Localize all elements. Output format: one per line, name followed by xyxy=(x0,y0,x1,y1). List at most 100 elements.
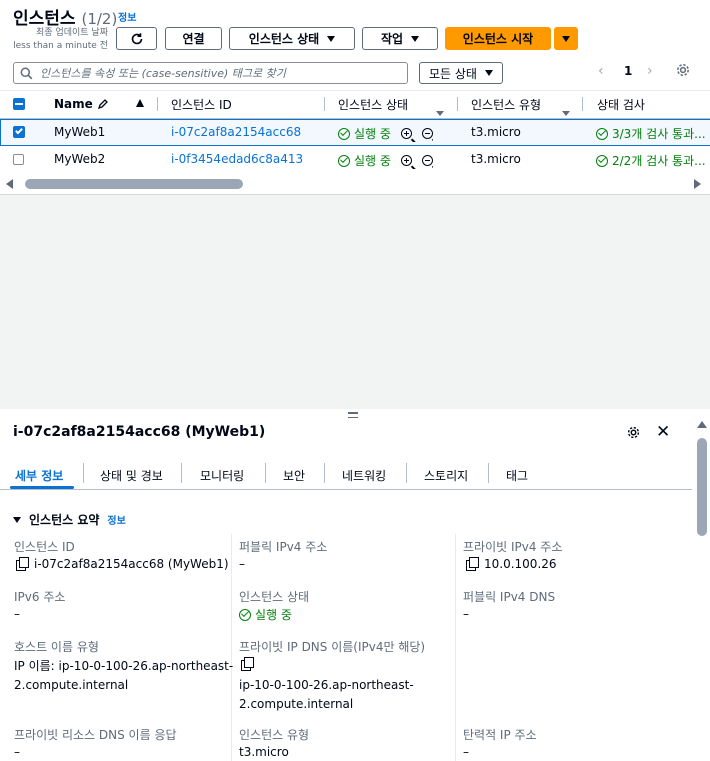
instance-state: 실행 중 xyxy=(338,152,433,169)
state-filter-select[interactable]: 모든 상태 xyxy=(419,62,503,84)
column-divider xyxy=(455,534,456,761)
page-number[interactable]: 1 xyxy=(624,64,632,78)
launch-instances-button[interactable]: 인스턴스 시작 xyxy=(445,27,551,50)
instance-type: t3.micro xyxy=(471,125,521,139)
panel-settings-gear-icon[interactable] xyxy=(626,425,641,444)
column-header-instance-state[interactable]: 인스턴스 상태 xyxy=(338,91,408,117)
row-checkbox[interactable] xyxy=(13,126,25,138)
column-header-name[interactable]: Name xyxy=(54,91,109,117)
column-header-instance-type[interactable]: 인스턴스 유형 xyxy=(471,91,541,117)
column-divider xyxy=(157,97,158,111)
info-link[interactable]: 정보 xyxy=(118,9,136,24)
tab-storage[interactable]: 스토리지 xyxy=(424,462,468,488)
scroll-right-arrow[interactable] xyxy=(694,179,701,189)
sort-ascending-icon[interactable] xyxy=(136,99,144,107)
column-header-instance-id[interactable]: 인스턴스 ID xyxy=(171,91,232,117)
launch-dropdown-button[interactable] xyxy=(554,27,578,50)
elastic-ip-label: 탄력적 IP 주소 xyxy=(463,728,537,742)
private-dns-copy[interactable] xyxy=(241,657,259,671)
caret-down-icon xyxy=(327,35,336,42)
edit-pencil-icon xyxy=(97,99,108,110)
instance-id-link[interactable]: i-0f3454edad6c8a413 xyxy=(171,152,303,166)
hostname-type-line: IP 이름: ip-10-0-100-26.ap-northeast- xyxy=(14,659,234,673)
zoom-in-icon[interactable] xyxy=(400,155,412,166)
tab-security[interactable]: 보안 xyxy=(283,462,305,488)
column-header-label: Name xyxy=(54,97,93,111)
last-updated: 최종 업데이트 날짜 less than a minute 전 xyxy=(0,27,108,53)
zoom-in-icon[interactable] xyxy=(400,128,412,139)
ipv6-value: – xyxy=(14,607,20,621)
success-check-icon xyxy=(239,608,251,621)
horizontal-scrollbar-thumb[interactable] xyxy=(25,179,243,189)
public-ipv4-value: – xyxy=(239,557,245,571)
tab-details[interactable]: 세부 정보 xyxy=(15,462,63,488)
prev-page-icon[interactable]: ‹ xyxy=(598,63,604,79)
column-header-label: 상태 검사 xyxy=(597,97,645,112)
page-title-text: 인스턴스 xyxy=(13,9,76,29)
tab-networking[interactable]: 네트워킹 xyxy=(342,462,386,488)
status-check: 2/2개 검사 통과... xyxy=(596,152,706,169)
column-divider xyxy=(324,97,325,111)
section-header[interactable]: 인스턴스 요약 정보 xyxy=(13,511,126,528)
public-dns-value: – xyxy=(463,607,469,621)
column-header-label: 인스턴스 유형 xyxy=(471,97,542,112)
success-check-icon xyxy=(596,127,608,140)
refresh-button[interactable] xyxy=(116,27,157,50)
tab-label: 모니터링 xyxy=(200,468,245,483)
tab-monitoring[interactable]: 모니터링 xyxy=(200,462,244,488)
tab-label: 상태 및 경보 xyxy=(100,468,163,483)
select-all-checkbox[interactable] xyxy=(13,98,25,110)
tab-status-alarms[interactable]: 상태 및 경보 xyxy=(100,462,163,488)
table-row[interactable]: MyWeb1 i-07c2af8a2154acc68 실행 중 t3.micro… xyxy=(0,119,710,146)
actions-button[interactable]: 작업 xyxy=(362,27,438,50)
scroll-up-arrow[interactable] xyxy=(697,421,707,428)
search-icon xyxy=(20,67,33,79)
last-updated-value: less than a minute 전 xyxy=(13,41,108,51)
state-filter-value: 모든 상태 xyxy=(429,66,477,81)
column-header-label: 인스턴스 상태 xyxy=(338,97,409,112)
instance-state-label: 실행 중 xyxy=(354,127,391,141)
tab-divider xyxy=(324,463,325,483)
hostname-type-label: 호스트 이름 유형 xyxy=(14,640,99,654)
instance-id-label: 인스턴스 ID xyxy=(14,540,75,554)
section-info-link[interactable]: 정보 xyxy=(107,512,125,527)
actions-button-label: 작업 xyxy=(380,32,404,46)
status-check: 3/3개 검사 통과... xyxy=(596,125,706,142)
search-field[interactable]: 인스턴스를 속성 또는 (case-sensitive) 태그로 찾기 xyxy=(13,62,408,84)
scroll-left-arrow[interactable] xyxy=(6,179,13,189)
split-panel-resize-handle[interactable] xyxy=(348,412,358,418)
connect-button[interactable]: 연결 xyxy=(165,27,222,50)
copy-icon[interactable] xyxy=(241,657,254,671)
success-check-icon xyxy=(338,154,350,167)
close-icon[interactable]: ✕ xyxy=(656,422,670,442)
tab-tags[interactable]: 태그 xyxy=(506,462,528,488)
page-title: 인스턴스 (1/2) xyxy=(13,4,117,29)
copy-icon[interactable] xyxy=(16,557,29,571)
elastic-ip-value: – xyxy=(463,745,469,759)
instance-state-value: 실행 중 xyxy=(239,606,292,623)
success-check-icon xyxy=(596,154,608,167)
private-dns-label: 프라이빗 IP DNS 이름(IPv4만 해당) xyxy=(239,640,426,654)
public-ipv4-label: 퍼블릭 IPv4 주소 xyxy=(239,540,328,554)
column-header-status-check[interactable]: 상태 검사 xyxy=(597,91,645,117)
tab-label: 스토리지 xyxy=(424,468,469,483)
instance-id-link[interactable]: i-07c2af8a2154acc68 xyxy=(171,125,301,139)
private-ipv4-label: 프라이빗 IPv4 주소 xyxy=(463,540,563,554)
caret-down-icon xyxy=(484,70,493,76)
row-checkbox[interactable] xyxy=(13,154,24,165)
ipv6-label: IPv6 주소 xyxy=(14,590,66,604)
instance-name: MyWeb2 xyxy=(54,152,106,166)
next-page-icon[interactable]: › xyxy=(647,63,653,79)
status-check-label: 2/2개 검사 통과... xyxy=(612,154,706,168)
success-check-icon xyxy=(338,127,350,140)
table-row[interactable]: MyWeb2 i-0f3454edad6c8a413 실행 중 t3.micro… xyxy=(0,147,710,173)
instance-state-text: 실행 중 xyxy=(255,608,292,622)
vertical-scrollbar-thumb[interactable] xyxy=(697,438,707,536)
zoom-out-icon[interactable] xyxy=(421,128,433,139)
zoom-out-icon[interactable] xyxy=(421,155,433,166)
table-settings-gear-icon[interactable] xyxy=(675,62,691,82)
copy-icon[interactable] xyxy=(466,557,479,571)
column-header-label: 인스턴스 ID xyxy=(171,97,232,112)
instance-state-button[interactable]: 인스턴스 상태 xyxy=(229,27,355,50)
tab-divider xyxy=(83,463,84,483)
